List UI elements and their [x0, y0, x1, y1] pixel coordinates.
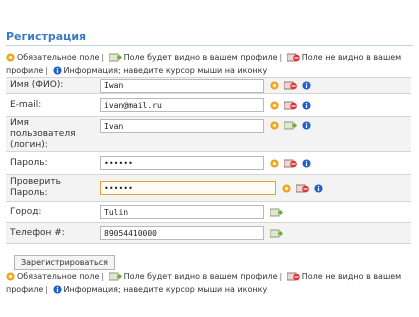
email-label: E-mail:: [10, 99, 42, 110]
username-label: Имя пользователя (логин):: [10, 117, 76, 150]
info-icon: [52, 285, 62, 294]
profile-hidden-icon: [286, 272, 300, 281]
info-icon[interactable]: [302, 121, 311, 130]
phone-input[interactable]: [100, 226, 264, 240]
profile-hidden-icon[interactable]: [296, 184, 309, 193]
form-row-username: Имя пользователя (логин):: [6, 117, 411, 152]
legend-visible-text: Поле будет видно в вашем профиле: [123, 53, 278, 62]
fullname-input[interactable]: [100, 78, 264, 93]
profile-visible-icon: [108, 272, 122, 281]
required-icon: [270, 121, 279, 130]
password-input[interactable]: [100, 156, 264, 170]
legend-required-text: Обязательное поле: [17, 272, 100, 281]
register-button[interactable]: Зарегистрироваться: [14, 255, 115, 270]
password-confirm-input[interactable]: [100, 181, 276, 195]
required-icon: [270, 81, 279, 90]
legend-required-text: Обязательное поле: [17, 53, 100, 62]
form-row-password: Пароль:: [6, 152, 411, 175]
required-icon: [6, 53, 15, 62]
password-label: Пароль:: [10, 157, 48, 168]
page-title: Регистрация: [6, 30, 87, 43]
info-icon[interactable]: [302, 100, 311, 110]
info-icon[interactable]: [302, 81, 311, 90]
password-confirm-label: Проверить Пароль:: [10, 177, 61, 198]
profile-visible-icon[interactable]: [284, 121, 297, 130]
city-label: Город:: [10, 206, 42, 217]
city-input[interactable]: [100, 205, 264, 219]
username-input[interactable]: [100, 119, 264, 133]
legend-info-text: Информация; наведите курсор мыши на икон…: [63, 285, 268, 294]
profile-hidden-icon[interactable]: [284, 101, 297, 110]
profile-visible-icon[interactable]: [270, 229, 283, 238]
legend-info-text: Информация; наведите курсор мыши на икон…: [63, 66, 268, 75]
info-icon[interactable]: [302, 158, 311, 168]
required-icon: [6, 272, 15, 281]
required-icon: [282, 183, 291, 193]
email-input[interactable]: [100, 98, 264, 112]
profile-hidden-icon[interactable]: [284, 159, 297, 168]
title-divider: [6, 45, 413, 46]
info-icon: [52, 66, 62, 75]
legend-top: Обязательное поле | Поле будет видно в ва…: [6, 53, 402, 75]
fullname-label: Имя (ФИО):: [10, 80, 64, 90]
form-row-fullname: Имя (ФИО):: [6, 78, 411, 94]
profile-hidden-icon: [286, 53, 300, 62]
required-icon: [270, 158, 279, 168]
form-row-city: Город:: [6, 202, 411, 223]
legend-bottom: Обязательное поле | Поле будет видно в ва…: [6, 272, 402, 294]
registration-form: Имя (ФИО): E-mail: Имя пользователя (лог…: [6, 77, 411, 244]
required-icon: [270, 100, 279, 110]
profile-visible-icon: [108, 53, 122, 62]
phone-label: Телефон #:: [10, 227, 65, 238]
form-row-phone: Телефон #:: [6, 223, 411, 244]
profile-visible-icon[interactable]: [270, 208, 283, 217]
info-icon[interactable]: [314, 183, 323, 193]
form-row-email: E-mail:: [6, 94, 411, 117]
legend-visible-text: Поле будет видно в вашем профиле: [123, 272, 278, 281]
form-row-password-confirm: Проверить Пароль:: [6, 175, 411, 202]
profile-hidden-icon[interactable]: [284, 81, 297, 90]
